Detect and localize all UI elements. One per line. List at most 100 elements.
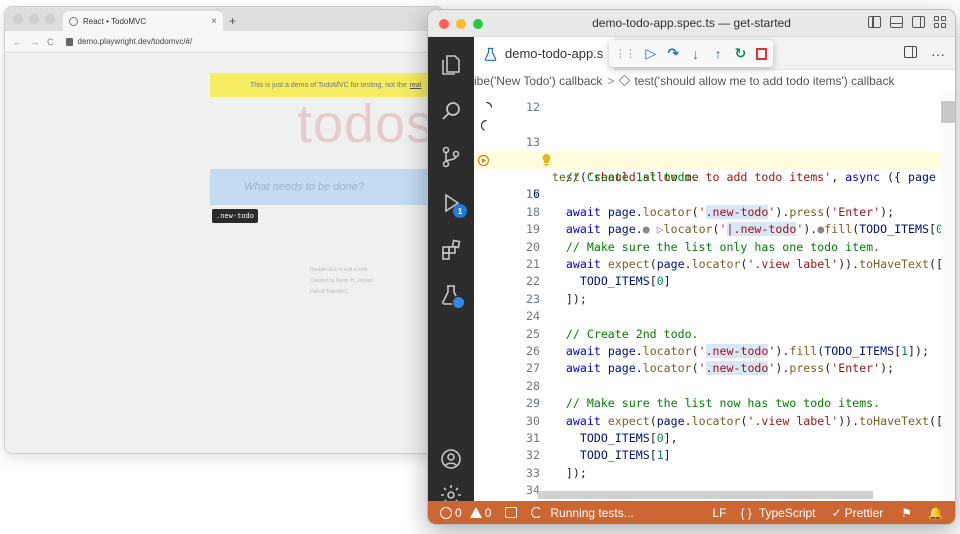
testing-clock-icon xyxy=(452,296,465,309)
locator-tooltip: .new-todo xyxy=(212,209,258,223)
step-over-icon[interactable]: ↷ xyxy=(666,45,679,62)
demo-banner-text: This is just a demo of TodoMVC for testi… xyxy=(250,81,407,89)
reload-button[interactable]: C xyxy=(47,37,54,47)
drag-grip-icon[interactable]: ⋮⋮ xyxy=(615,47,636,60)
extensions-icon[interactable] xyxy=(428,229,474,269)
symbol-method-icon xyxy=(619,74,631,87)
toggle-panel-icon[interactable] xyxy=(890,16,903,28)
vscode-window: demo-todo-app.spec.ts — get-started 1 de… xyxy=(427,9,956,525)
code-line: 18 xyxy=(526,204,540,219)
current-code-line: 16 await page.● ▷locator('|.new-todo').●… xyxy=(474,151,955,237)
continue-icon[interactable]: ▷ xyxy=(644,45,657,62)
check-double-icon: ✓ xyxy=(831,505,842,520)
source-control-icon[interactable] xyxy=(428,137,474,177)
editor-actions: ··· xyxy=(904,46,945,62)
spinner-icon xyxy=(531,507,543,518)
code-line: 29 await expect(page.locator('.view labe… xyxy=(526,396,943,428)
feedback-icon[interactable]: ⚑ xyxy=(901,506,912,520)
testing-icon[interactable] xyxy=(428,275,474,315)
step-into-icon[interactable]: ↓ xyxy=(689,46,702,62)
breadcrumb-describe[interactable]: ibe('New Todo') callback xyxy=(474,74,602,88)
new-tab-button[interactable]: + xyxy=(229,14,236,28)
app-title: todos xyxy=(297,94,435,154)
lock-icon xyxy=(65,37,73,46)
code-line: 31 TODO_ITEMS[1] xyxy=(526,431,671,463)
info-part-of: Part of TodoMVC xyxy=(310,289,348,295)
toggle-sidebar-icon[interactable] xyxy=(868,16,881,28)
browser-traffic-lights xyxy=(13,14,55,24)
editor-area: demo-todo-app.s ⋮⋮ ▷ ↷ ↓ ↑ ↻ ··· ibe('Ne xyxy=(474,37,955,503)
code-line: 14 test('should allow me to add todo ite… xyxy=(474,117,955,184)
editor-tab-row: demo-todo-app.s ⋮⋮ ▷ ↷ ↓ ↑ ↻ ··· xyxy=(474,37,955,70)
demo-banner-link[interactable]: real xyxy=(410,82,422,89)
activity-bar: 1 xyxy=(428,37,474,505)
toggle-secondary-sidebar-icon[interactable] xyxy=(912,16,925,28)
running-tests-indicator[interactable]: Running tests... xyxy=(531,506,634,520)
code-line: 32 ]); xyxy=(526,448,587,480)
running-spinner-icon xyxy=(486,102,493,108)
stop-icon[interactable] xyxy=(756,47,767,60)
code-line: 12 xyxy=(526,100,540,115)
code-line: 13 test.describe('New Todo', () => { xyxy=(474,99,955,167)
customize-layout-icon[interactable] xyxy=(934,16,947,28)
forward-button[interactable]: → xyxy=(30,37,39,47)
code-line: 27 xyxy=(526,361,540,376)
step-out-icon[interactable]: ↑ xyxy=(711,46,724,62)
close-window-button[interactable] xyxy=(13,14,23,24)
warning-icon xyxy=(469,507,482,518)
code-line: 21 TODO_ITEMS[0] xyxy=(526,257,671,289)
explorer-icon[interactable] xyxy=(428,45,474,85)
flask-icon xyxy=(484,47,497,61)
new-todo-input[interactable]: What needs to be done? xyxy=(210,169,443,205)
notifications-bell-icon[interactable]: 🔔 xyxy=(928,506,943,520)
horizontal-scrollbar[interactable] xyxy=(538,491,873,499)
back-button[interactable]: ← xyxy=(13,37,22,47)
breadcrumb-test[interactable]: test('should allow me to add todo items'… xyxy=(634,74,894,88)
code-line: 15 // Create 1st todo. xyxy=(526,153,699,184)
prettier-label: Prettier xyxy=(844,505,884,520)
breadcrumb-separator: > xyxy=(607,73,615,88)
scrollbar-thumb[interactable] xyxy=(941,101,955,123)
editor-tab-label: demo-todo-app.s xyxy=(505,46,604,61)
prettier-indicator[interactable]: ✓ Prettier xyxy=(832,506,884,520)
code-line: 20 await expect(page.locator('.view labe… xyxy=(526,239,943,271)
status-bar: 0 0 Running tests... LF { } TypeScript ✓… xyxy=(428,501,955,524)
breadcrumb: ibe('New Todo') callback > test('should … xyxy=(474,70,955,91)
lightbulb-icon[interactable] xyxy=(541,153,552,167)
browser-window: React • TodoMVC × + ← → C demo.playwrigh… xyxy=(4,6,444,454)
browser-tab[interactable]: React • TodoMVC × xyxy=(63,11,223,31)
code-line: 26 await page.locator('.new-todo').press… xyxy=(526,344,895,376)
code-line: 34 await checkNumberOfTodosInLocalStorag… xyxy=(526,483,540,498)
code-line: 25 await page.locator('.new-todo').fill(… xyxy=(526,326,929,358)
minimize-window-button[interactable] xyxy=(29,14,39,24)
breakpoint-paused-icon[interactable] xyxy=(477,154,490,167)
vertical-scrollbar[interactable] xyxy=(941,91,955,499)
code-line: 19 // Make sure the list only has one to… xyxy=(526,222,881,254)
code-line: 33 xyxy=(526,465,540,480)
more-actions-icon[interactable]: ··· xyxy=(931,46,945,62)
language-label: TypeScript xyxy=(758,505,816,520)
zoom-window-button[interactable] xyxy=(45,14,55,24)
restart-icon[interactable]: ↻ xyxy=(734,45,747,62)
url-field[interactable]: demo.playwright.dev/todomvc/#/ xyxy=(78,37,193,46)
browser-tab-bar: React • TodoMVC × + xyxy=(5,7,443,31)
search-icon[interactable] xyxy=(428,91,474,131)
info-edit-hint: Double-click to edit a todo xyxy=(310,267,368,273)
code-line: 22 ]); xyxy=(526,274,587,306)
code-line: 28 // Make sure the list now has two tod… xyxy=(526,378,881,411)
split-editor-icon[interactable] xyxy=(904,46,917,58)
run-debug-badge: 1 xyxy=(453,204,467,218)
run-debug-icon[interactable]: 1 xyxy=(428,183,474,223)
running-spinner-icon xyxy=(480,119,487,131)
accounts-icon[interactable] xyxy=(428,439,474,479)
debug-toolbar: ⋮⋮ ▷ ↷ ↓ ↑ ↻ xyxy=(609,40,773,67)
error-icon xyxy=(440,506,452,519)
remote-icon[interactable] xyxy=(505,507,518,518)
desktop: React • TodoMVC × + ← → C demo.playwrigh… xyxy=(0,0,960,534)
close-tab-icon[interactable]: × xyxy=(211,16,217,27)
language-mode[interactable]: { } TypeScript xyxy=(740,506,815,520)
problems-indicator[interactable]: 0 0 xyxy=(440,506,491,520)
code-editor[interactable]: 12 13 test.describe('New Todo', () => { … xyxy=(474,91,955,499)
eol-indicator[interactable]: LF xyxy=(712,506,726,520)
editor-tab-spec-file[interactable]: demo-todo-app.s xyxy=(474,37,614,70)
